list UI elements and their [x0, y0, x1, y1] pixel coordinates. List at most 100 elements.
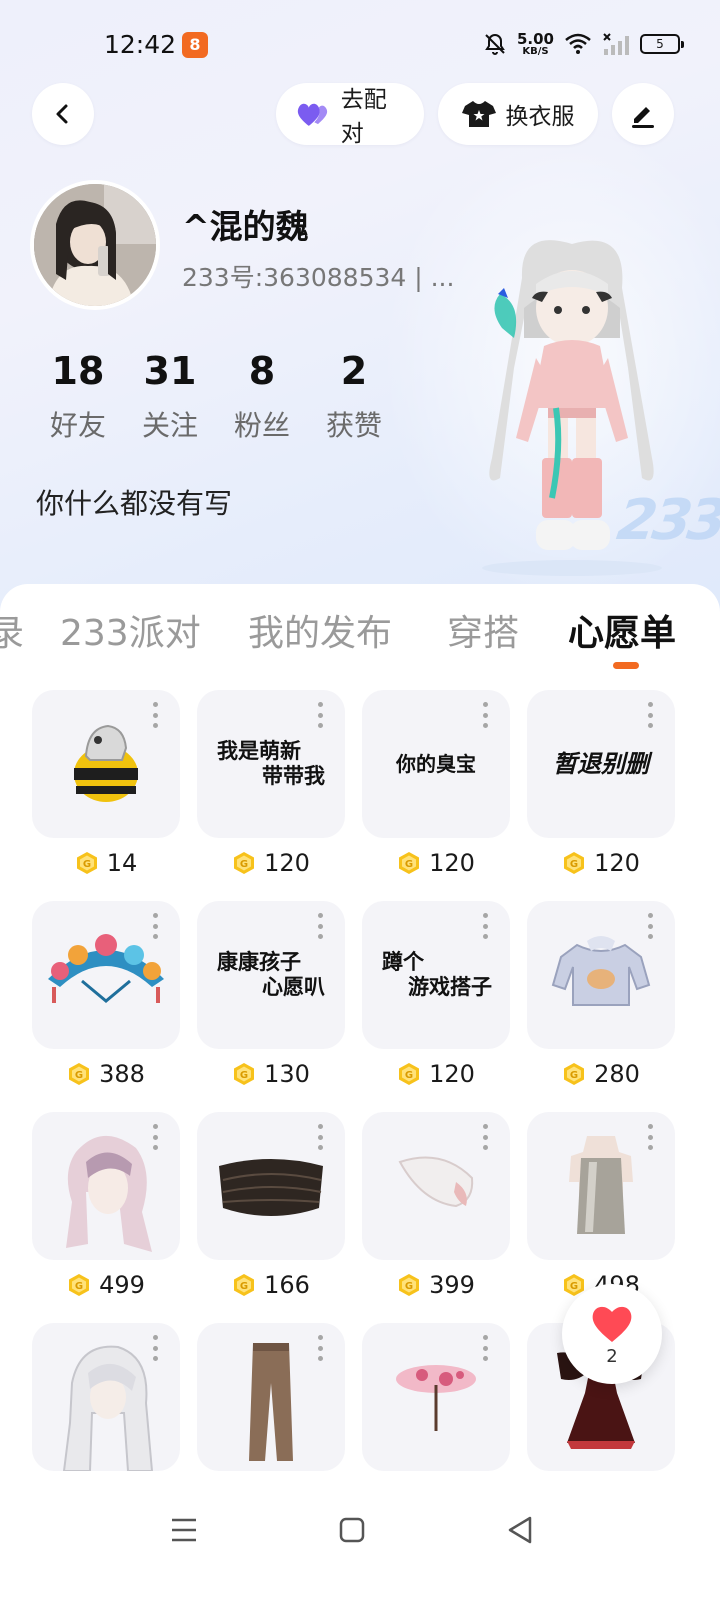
coin-icon: G: [399, 852, 420, 874]
stat-value: 18: [51, 349, 105, 393]
edit-profile-button[interactable]: [612, 83, 674, 145]
tab-wishlist[interactable]: 心愿单: [568, 604, 676, 656]
profile-stats: 18 好友 31 关注 8 粉丝 2 获赞: [32, 348, 400, 444]
coin-icon: G: [564, 852, 585, 874]
item-price: G 130: [197, 1060, 345, 1088]
pair-label: 去配对: [340, 87, 387, 147]
item-price: G 399: [362, 1271, 510, 1299]
stat-friends[interactable]: 18 好友: [32, 348, 124, 444]
stat-fans[interactable]: 8 粉丝: [216, 348, 308, 444]
stat-label: 粉丝: [233, 409, 290, 442]
more-options-icon[interactable]: [152, 702, 158, 728]
item-price: G 120: [197, 849, 345, 877]
username: ^混的魏: [182, 207, 309, 246]
wishlist-item[interactable]: 暂退别删 G 120: [527, 690, 675, 877]
stat-label: 好友: [49, 409, 106, 442]
wishlist-item[interactable]: G 388: [32, 901, 180, 1088]
item-thumbnail: 暂退别删: [527, 690, 675, 838]
tab-records[interactable]: 录: [0, 604, 24, 656]
back-button[interactable]: [32, 83, 94, 145]
more-options-icon[interactable]: [152, 1335, 158, 1361]
wishlist-item[interactable]: 你的臭宝 G 120: [362, 690, 510, 877]
coin-icon: G: [399, 1063, 420, 1085]
tab-my-posts[interactable]: 我的发布: [248, 604, 392, 656]
wishlist-item[interactable]: G 399: [362, 1112, 510, 1299]
net-speed-unit: KB/S: [522, 45, 549, 57]
more-options-icon[interactable]: [152, 1124, 158, 1150]
change-outfit-button[interactable]: 换衣服: [438, 83, 598, 145]
stat-label: 关注: [141, 409, 198, 442]
back-triangle-icon[interactable]: [500, 1510, 540, 1550]
sticker-line: 康康孩子: [217, 949, 301, 974]
item-price: G 14: [32, 849, 180, 877]
wishlist-item[interactable]: G 14: [32, 690, 180, 877]
item-price-value: 130: [264, 1060, 310, 1088]
wishlist-item[interactable]: G 498: [527, 1112, 675, 1299]
more-options-icon[interactable]: [647, 702, 653, 728]
item-price-value: 14: [106, 849, 138, 877]
item-thumbnail: [197, 1323, 345, 1471]
svg-text:G: G: [240, 859, 248, 870]
wishlist-item[interactable]: G 499: [32, 1112, 180, 1299]
like-count: 2: [606, 1345, 618, 1367]
sticker-line: 你的臭宝: [396, 752, 476, 776]
sticker-line: 蹲个: [382, 949, 424, 974]
wishlist-item[interactable]: [197, 1323, 345, 1471]
coin-icon: G: [69, 1063, 90, 1085]
more-options-icon[interactable]: [317, 1335, 323, 1361]
more-options-icon[interactable]: [647, 913, 653, 939]
wishlist-item[interactable]: G 166: [197, 1112, 345, 1299]
coin-icon: G: [234, 852, 255, 874]
avatar[interactable]: [30, 180, 160, 310]
coin-icon: G: [234, 1063, 255, 1085]
more-options-icon[interactable]: [482, 1124, 488, 1150]
item-price-value: 399: [429, 1271, 475, 1299]
stat-likes[interactable]: 2 获赞: [308, 348, 400, 444]
more-options-icon[interactable]: [482, 702, 488, 728]
stat-following[interactable]: 31 关注: [124, 348, 216, 444]
home-square-icon[interactable]: [332, 1510, 372, 1550]
item-thumbnail: 蹲个 游戏搭子: [362, 901, 510, 1049]
more-options-icon[interactable]: [647, 1124, 653, 1150]
profile-tabs: 录 233派对 我的发布 穿搭 心愿单: [0, 600, 720, 660]
menu-icon[interactable]: [164, 1510, 204, 1550]
wifi-icon: [565, 33, 591, 54]
more-options-icon[interactable]: [317, 702, 323, 728]
pair-button[interactable]: 去配对: [276, 83, 424, 147]
more-options-icon[interactable]: [317, 1124, 323, 1150]
user-id[interactable]: 233号:363088534 | ...: [182, 258, 454, 294]
tab-233-party[interactable]: 233派对: [60, 604, 201, 656]
wishlist-item[interactable]: [362, 1323, 510, 1471]
wishlist-item[interactable]: [32, 1323, 180, 1471]
svg-text:G: G: [405, 1070, 413, 1081]
item-price-value: 166: [264, 1271, 310, 1299]
badge-233: 233: [613, 488, 720, 553]
net-speed-value: 5.00: [516, 29, 554, 48]
net-speed: 5.00 KB/S: [516, 29, 554, 57]
item-thumbnail: [32, 690, 180, 838]
heart-icon: [592, 1306, 632, 1342]
double-heart-icon: [297, 103, 328, 126]
item-thumbnail: 康康孩子 心愿叭: [197, 901, 345, 1049]
wishlist-item[interactable]: G 280: [527, 901, 675, 1088]
wishlist-item[interactable]: 康康孩子 心愿叭 G 130: [197, 901, 345, 1088]
svg-text:G: G: [570, 859, 578, 870]
more-options-icon[interactable]: [152, 913, 158, 939]
item-price-value: 120: [264, 849, 310, 877]
item-price: G 120: [362, 1060, 510, 1088]
coin-icon: G: [76, 852, 97, 874]
svg-text:G: G: [570, 1070, 578, 1081]
more-options-icon[interactable]: [482, 913, 488, 939]
item-thumbnail: 你的臭宝: [362, 690, 510, 838]
more-options-icon[interactable]: [482, 1335, 488, 1361]
item-price: G 120: [362, 849, 510, 877]
floating-like-button[interactable]: 2: [562, 1284, 662, 1384]
pencil-icon: [632, 107, 654, 128]
stat-value: 2: [340, 349, 368, 393]
svg-text:G: G: [75, 1070, 83, 1081]
wishlist-item[interactable]: 我是萌新 带带我 G 120: [197, 690, 345, 877]
wishlist-item[interactable]: 蹲个 游戏搭子 G 120: [362, 901, 510, 1088]
coin-icon: G: [399, 1274, 420, 1296]
tab-outfits[interactable]: 穿搭: [447, 604, 519, 656]
more-options-icon[interactable]: [317, 913, 323, 939]
